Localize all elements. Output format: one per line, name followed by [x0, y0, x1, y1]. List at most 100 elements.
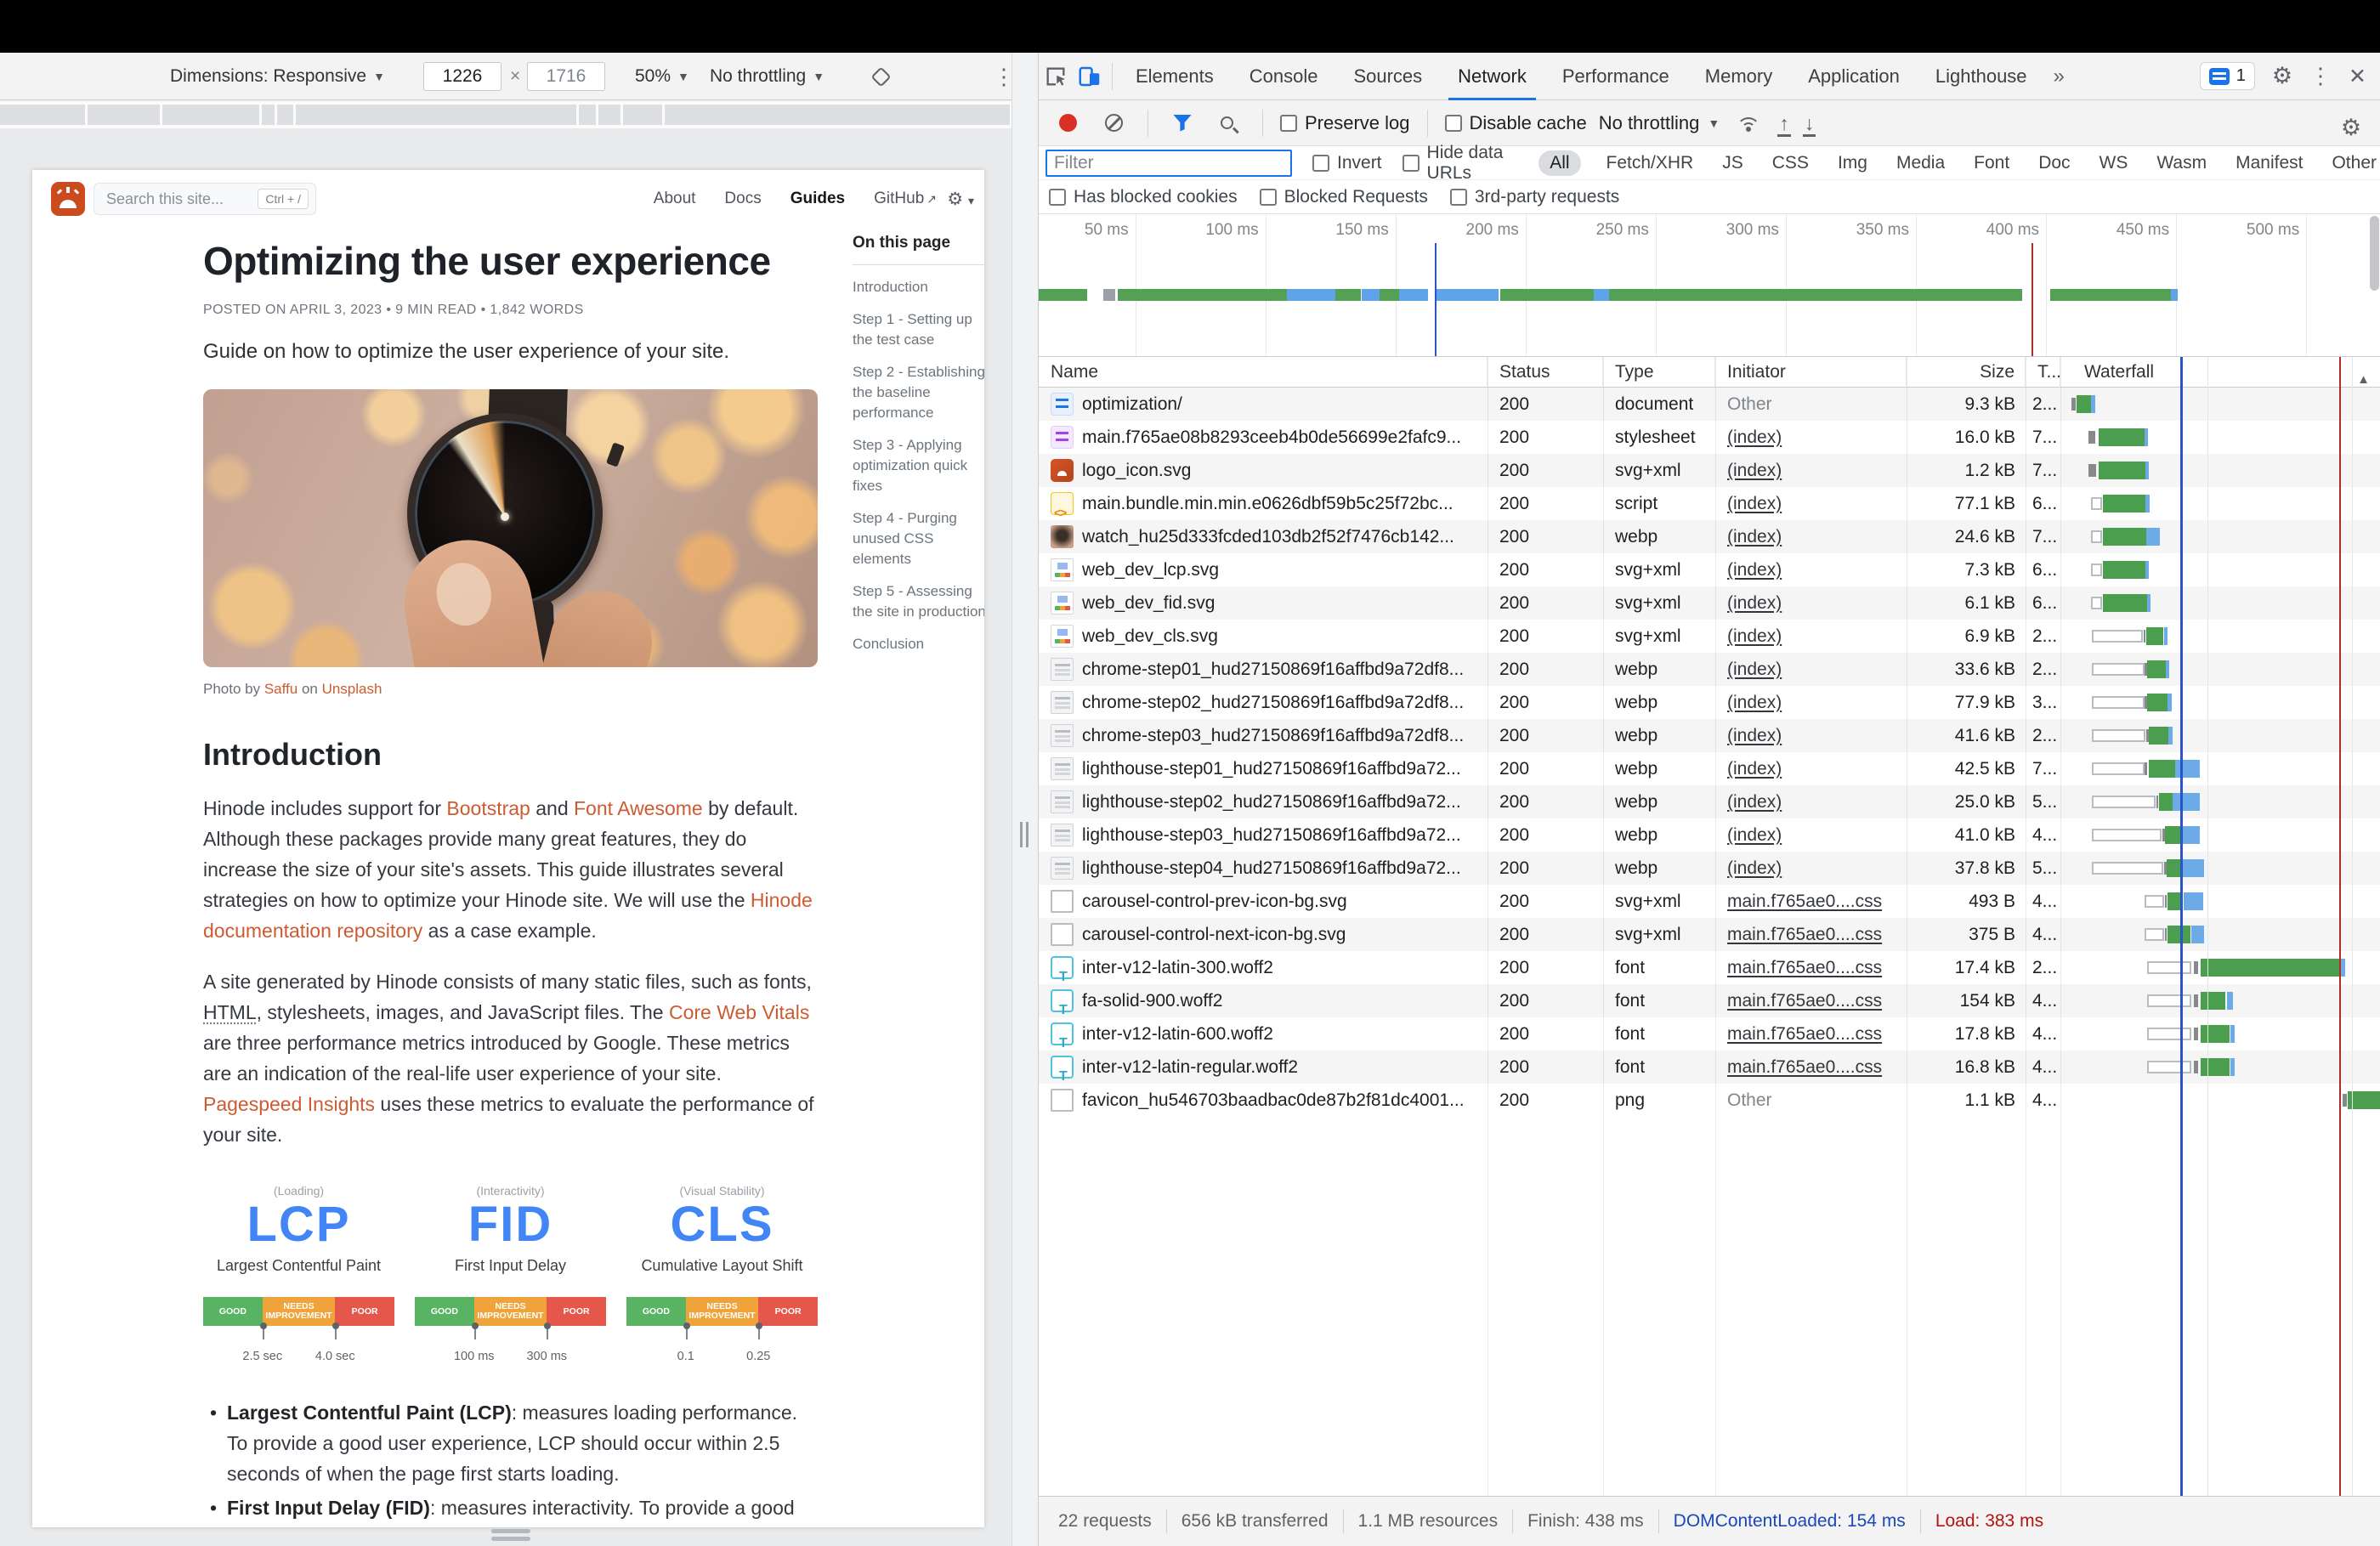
column-header-time[interactable]: T...	[2026, 356, 2060, 388]
toc-item[interactable]: Conclusion	[853, 634, 984, 654]
request-initiator[interactable]: (index)	[1727, 428, 1782, 447]
media-query-segment[interactable]	[262, 105, 275, 125]
site-logo-icon[interactable]	[51, 182, 85, 216]
media-query-segment[interactable]	[579, 105, 596, 125]
filter-type-font[interactable]: Font	[1970, 150, 2013, 176]
filter-type-fetch-xhr[interactable]: Fetch/XHR	[1603, 150, 1697, 176]
3rd-party-requests-checkbox[interactable]: 3rd-party requests	[1449, 187, 1619, 207]
filter-type-other[interactable]: Other	[2328, 150, 2380, 176]
hide-data-urls-checkbox[interactable]: Hide data URLs	[1402, 143, 1519, 184]
request-initiator[interactable]: main.f765ae0....css	[1727, 892, 1882, 911]
toc-item[interactable]: Step 1 - Setting up the test case	[853, 309, 984, 350]
device-throttling-dropdown[interactable]: No throttling ▼	[710, 53, 824, 100]
request-initiator[interactable]: (index)	[1727, 494, 1782, 513]
table-row[interactable]: favicon_hu546703baadbac0de87b2f81dc4001.…	[1039, 1084, 2380, 1117]
table-row[interactable]: inter-v12-latin-600.woff2 200 font main.f76…	[1039, 1017, 2380, 1050]
request-initiator[interactable]: (index)	[1727, 693, 1782, 712]
devtools-menu-button[interactable]: ⋮	[2309, 63, 2332, 89]
text-link[interactable]: Font Awesome	[574, 797, 703, 819]
table-row[interactable]: lighthouse-step04_hud27150869f16affbd9a7…	[1039, 852, 2380, 885]
scrollbar-thumb[interactable]	[2370, 216, 2379, 291]
request-initiator[interactable]: (index)	[1727, 593, 1782, 613]
disable-cache-checkbox[interactable]: Disable cache	[1444, 112, 1587, 134]
request-initiator[interactable]: (index)	[1727, 726, 1782, 745]
table-row[interactable]: chrome-step02_hud27150869f16affbd9a72df8…	[1039, 686, 2380, 719]
request-initiator[interactable]: main.f765ae0....css	[1727, 925, 1882, 944]
summary-item[interactable]: Load: 383 ms	[1919, 1509, 2058, 1533]
import-har-button[interactable]: ↑	[1777, 113, 1791, 137]
tab-elements[interactable]: Elements	[1118, 53, 1232, 100]
table-row[interactable]: inter-v12-latin-regular.woff2 200 font main…	[1039, 1050, 2380, 1084]
site-nav-item-docs[interactable]: Docs	[724, 190, 761, 208]
viewport-resize-handle[interactable]	[491, 1526, 530, 1541]
tab-lighthouse[interactable]: Lighthouse	[1918, 53, 2045, 100]
text-link[interactable]: Pagespeed Insights	[203, 1093, 375, 1115]
toc-item[interactable]: Step 5 - Assessing the site in productio…	[853, 581, 984, 622]
filter-type-doc[interactable]: Doc	[2035, 150, 2073, 176]
network-settings-button[interactable]: ⚙	[2334, 110, 2368, 144]
viewport-width-input[interactable]	[423, 62, 502, 91]
table-row[interactable]: carousel-control-next-icon-bg.svg 200 svg+…	[1039, 918, 2380, 951]
viewport-height-input[interactable]	[527, 62, 605, 91]
site-nav-item-guides[interactable]: Guides	[790, 190, 845, 208]
table-row[interactable]: lighthouse-step01_hud27150869f16affbd9a7…	[1039, 752, 2380, 785]
column-header-type[interactable]: Type	[1603, 356, 1715, 388]
media-query-bar[interactable]	[0, 101, 1012, 128]
tab-memory[interactable]: Memory	[1687, 53, 1790, 100]
console-messages-button[interactable]: 1	[2199, 62, 2255, 90]
request-initiator[interactable]: (index)	[1727, 660, 1782, 679]
filter-type-media[interactable]: Media	[1893, 150, 1948, 176]
devtools-settings-button[interactable]: ⚙	[2272, 63, 2292, 89]
device-toolbar-menu-button[interactable]: ⋮	[993, 53, 1012, 100]
request-initiator[interactable]: (index)	[1727, 560, 1782, 580]
media-query-segment[interactable]	[277, 105, 293, 125]
media-query-segment[interactable]	[88, 105, 160, 125]
site-search-input[interactable]: Search this site... Ctrl + /	[94, 183, 316, 215]
filter-type-css[interactable]: CSS	[1769, 150, 1812, 176]
table-row[interactable]: lighthouse-step03_hud27150869f16affbd9a7…	[1039, 818, 2380, 852]
table-row[interactable]: web_dev_fid.svg 200 svg+xml (index) 6.1 kB 6.…	[1039, 586, 2380, 620]
site-nav-item-github[interactable]: GitHub ↗	[874, 190, 937, 208]
filter-toggle-button[interactable]	[1165, 106, 1199, 140]
request-initiator[interactable]: main.f765ae0....css	[1727, 991, 1882, 1011]
request-initiator[interactable]: (index)	[1727, 461, 1782, 480]
table-row[interactable]: optimization/200 document Other 9.3 kB 2...	[1039, 388, 2380, 421]
network-overview-timeline[interactable]: 50 ms 100 ms 150 ms 200 ms 250 ms 300 ms 350 m…	[1039, 214, 2380, 357]
network-throttling-dropdown[interactable]: No throttling ▼	[1599, 112, 1720, 134]
filter-type-ws[interactable]: WS	[2096, 150, 2132, 176]
request-initiator[interactable]: main.f765ae0....css	[1727, 1057, 1882, 1077]
request-initiator[interactable]: (index)	[1727, 527, 1782, 546]
site-theme-dropdown[interactable]: ⚙ ▾	[947, 189, 974, 210]
column-header-status[interactable]: Status	[1488, 356, 1603, 388]
filter-type-all[interactable]: All	[1538, 150, 1581, 176]
dimensions-dropdown[interactable]: Dimensions: Responsive ▼	[170, 53, 385, 100]
filter-type-manifest[interactable]: Manifest	[2232, 150, 2306, 176]
tab-application[interactable]: Application	[1790, 53, 1918, 100]
invert-filter-checkbox[interactable]: Invert	[1312, 153, 1382, 173]
media-query-segment[interactable]	[296, 105, 576, 125]
tab-performance[interactable]: Performance	[1544, 53, 1687, 100]
toc-item[interactable]: Step 3 - Applying optimization quick fix…	[853, 435, 984, 496]
request-initiator[interactable]: (index)	[1727, 858, 1782, 878]
request-initiator[interactable]: (index)	[1727, 792, 1782, 812]
table-row[interactable]: fa-solid-900.woff2 200 font main.f765ae0...…	[1039, 984, 2380, 1017]
preserve-log-checkbox[interactable]: Preserve log	[1280, 112, 1410, 134]
column-header-size[interactable]: Size	[1907, 356, 2026, 388]
column-header-waterfall[interactable]: Waterfall ▲	[2060, 357, 2380, 388]
table-row[interactable]: chrome-step01_hud27150869f16affbd9a72df8…	[1039, 653, 2380, 686]
toc-item[interactable]: Introduction	[853, 277, 984, 297]
tab-sources[interactable]: Sources	[1335, 53, 1440, 100]
search-network-button[interactable]	[1211, 106, 1245, 140]
network-filter-input[interactable]	[1046, 149, 1292, 177]
panel-resize-divider[interactable]	[1012, 53, 1039, 1546]
toc-item[interactable]: Step 4 - Purging unused CSS elements	[853, 508, 984, 569]
filter-type-img[interactable]: Img	[1834, 150, 1871, 176]
devtools-close-button[interactable]: ✕	[2349, 64, 2366, 89]
table-row[interactable]: logo_icon.svg 200 svg+xml (index) 1.2 kB 7...	[1039, 454, 2380, 487]
media-query-segment[interactable]	[623, 105, 662, 125]
text-link[interactable]: Saffu	[264, 681, 298, 697]
table-row[interactable]: web_dev_lcp.svg 200 svg+xml (index) 7.3 kB 6.…	[1039, 553, 2380, 586]
filter-type-wasm[interactable]: Wasm	[2153, 150, 2210, 176]
text-link[interactable]: Core Web Vitals	[669, 1001, 809, 1023]
table-row[interactable]: web_dev_cls.svg 200 svg+xml (index) 6.9 kB 2.…	[1039, 620, 2380, 653]
